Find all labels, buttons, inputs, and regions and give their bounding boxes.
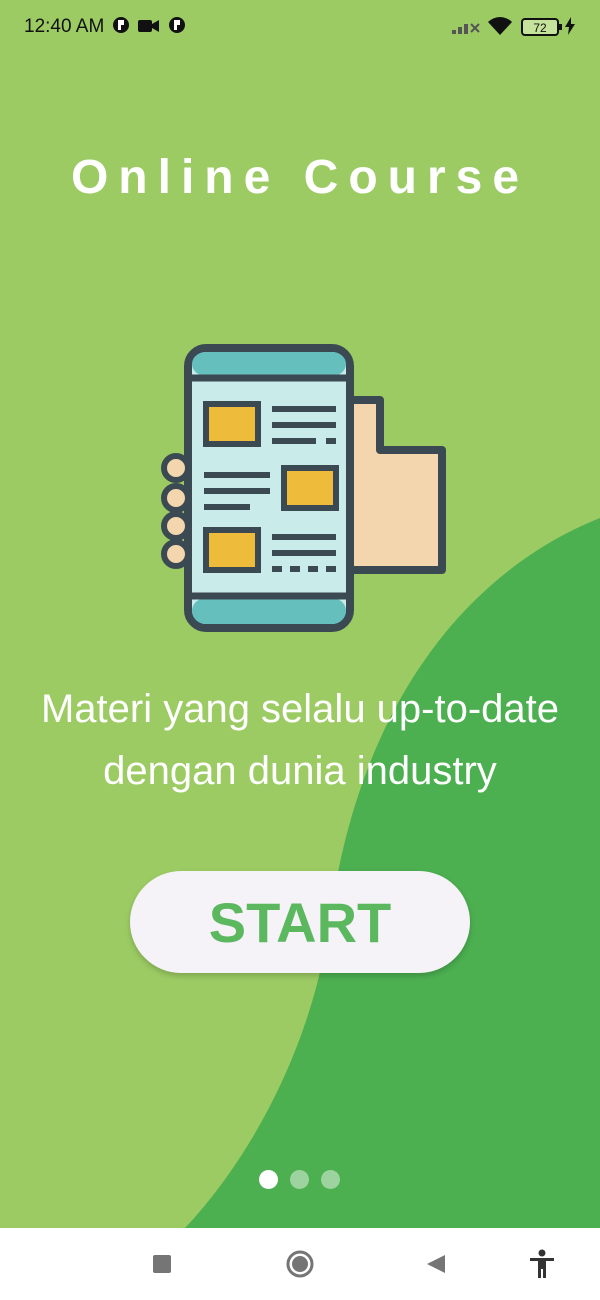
wifi-icon: [487, 16, 513, 40]
onboarding-screen: 12:40 AM 72 Online Course Materi yang se…: [0, 0, 600, 1228]
recents-square-icon[interactable]: [142, 1244, 182, 1284]
page-dot[interactable]: [321, 1170, 340, 1189]
accessibility-icon[interactable]: [522, 1244, 562, 1284]
status-bar: 12:40 AM 72: [0, 0, 600, 56]
phone-in-hand-illustration: [161, 344, 446, 632]
charging-icon: [565, 17, 575, 39]
signal-icon: [452, 18, 480, 38]
status-time: 12:40 AM: [24, 16, 105, 37]
back-triangle-icon[interactable]: [416, 1244, 456, 1284]
notification-icon: [168, 16, 186, 38]
notification-icon: [112, 16, 130, 38]
page-title: Online Course: [70, 151, 530, 204]
battery-icon: 72: [521, 17, 563, 41]
tagline-line-2: dengan dunia industry: [103, 749, 497, 793]
start-button[interactable]: START: [130, 871, 470, 973]
tagline-line-1: Materi yang selalu up-to-date: [40, 687, 560, 731]
system-nav-bar: [0, 1228, 600, 1300]
tagline: Materi yang selalu up-to-date dengan dun…: [0, 678, 600, 802]
page-dot-active[interactable]: [259, 1170, 278, 1189]
home-circle-icon[interactable]: [280, 1244, 320, 1284]
page-dot[interactable]: [290, 1170, 309, 1189]
battery-level: 72: [533, 21, 547, 35]
video-camera-icon: [138, 18, 160, 38]
